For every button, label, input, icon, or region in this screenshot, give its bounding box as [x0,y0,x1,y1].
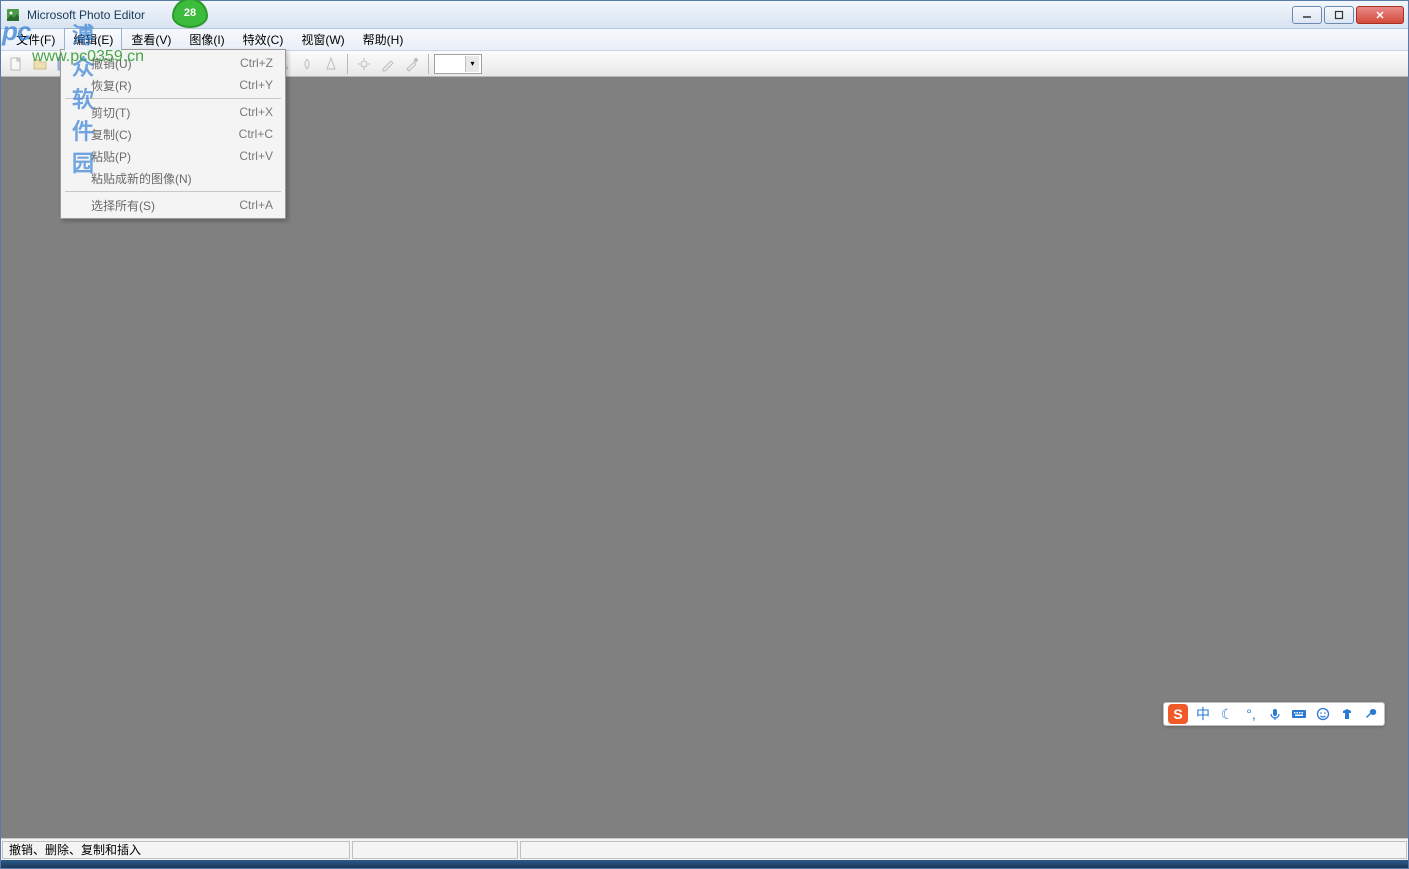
menu-item-label: 粘贴(P) [91,148,239,165]
menu-item-shortcut: Ctrl+Y [239,78,273,92]
menu-view[interactable]: 查看(V) [122,28,180,51]
moon-icon[interactable]: ☾ [1218,705,1236,723]
menu-paste[interactable]: 粘贴(P)Ctrl+V [63,145,283,167]
menu-item-shortcut: Ctrl+X [239,105,273,119]
menu-file[interactable]: 文件(F) [7,28,64,51]
ime-toolbar[interactable]: S 中 ☾ °, [1163,702,1385,726]
menu-effects[interactable]: 特效(C) [234,28,293,51]
close-button[interactable] [1356,6,1404,24]
menu-cut[interactable]: 剪切(T)Ctrl+X [63,101,283,123]
menu-item-label: 粘贴成新的图像(N) [91,170,273,187]
menu-help[interactable]: 帮助(H) [354,28,413,51]
menu-item-label: 撤销(U) [91,55,240,72]
menu-edit[interactable]: 编辑(E) [64,28,122,51]
menu-item-label: 剪切(T) [91,104,239,121]
status-text: 撤销、删除、复制和插入 [2,841,350,859]
tb-sharpen-icon[interactable] [320,53,342,75]
app-icon [5,7,21,23]
sogou-logo-icon[interactable]: S [1168,704,1188,724]
microphone-icon[interactable] [1266,705,1284,723]
menu-paste-as-new[interactable]: 粘贴成新的图像(N) [63,167,283,189]
menu-undo[interactable]: 撤销(U)Ctrl+Z [63,52,283,74]
titlebar: Microsoft Photo Editor [1,1,1408,29]
menu-item-shortcut: Ctrl+V [239,149,273,163]
skin-icon[interactable] [1338,705,1356,723]
statusbar: 撤销、删除、复制和插入 [1,838,1408,860]
tb-eyedropper-icon[interactable] [401,53,423,75]
tb-separator [347,54,348,74]
window-controls [1292,6,1404,24]
menubar: 文件(F) 编辑(E) 查看(V) 图像(I) 特效(C) 视窗(W) 帮助(H… [1,29,1408,51]
tb-new-icon[interactable] [5,53,27,75]
minimize-button[interactable] [1292,6,1322,24]
menu-copy[interactable]: 复制(C)Ctrl+C [63,123,283,145]
menu-separator [65,98,281,99]
menu-item-label: 复制(C) [91,126,239,143]
app-title: Microsoft Photo Editor [27,8,1292,22]
maximize-button[interactable] [1324,6,1354,24]
menu-item-shortcut: Ctrl+C [239,127,273,141]
punctuation-icon[interactable]: °, [1242,705,1260,723]
menu-image[interactable]: 图像(I) [180,28,233,51]
menu-item-label: 恢复(R) [91,77,239,94]
edit-dropdown: 撤销(U)Ctrl+Z 恢复(R)Ctrl+Y 剪切(T)Ctrl+X 复制(C… [60,49,286,219]
chevron-down-icon: ▾ [465,56,479,72]
face-icon[interactable] [1314,705,1332,723]
menu-window[interactable]: 视窗(W) [292,28,353,51]
status-mid [352,841,518,859]
menu-item-shortcut: Ctrl+A [239,198,273,212]
taskbar-peek [1,860,1408,868]
keyboard-icon[interactable] [1290,705,1308,723]
menu-select-all[interactable]: 选择所有(S)Ctrl+A [63,194,283,216]
status-rest [520,841,1407,859]
tb-smudge-icon[interactable] [296,53,318,75]
tb-open-icon[interactable] [29,53,51,75]
menu-item-shortcut: Ctrl+Z [240,56,273,70]
zoom-combo[interactable]: ▾ [434,54,482,74]
wrench-icon[interactable] [1362,705,1380,723]
menu-separator [65,191,281,192]
tb-brightness-icon[interactable] [353,53,375,75]
tb-separator [428,54,429,74]
ime-lang-button[interactable]: 中 [1194,705,1212,723]
menu-item-label: 选择所有(S) [91,197,239,214]
tb-pencil-icon[interactable] [377,53,399,75]
menu-redo[interactable]: 恢复(R)Ctrl+Y [63,74,283,96]
